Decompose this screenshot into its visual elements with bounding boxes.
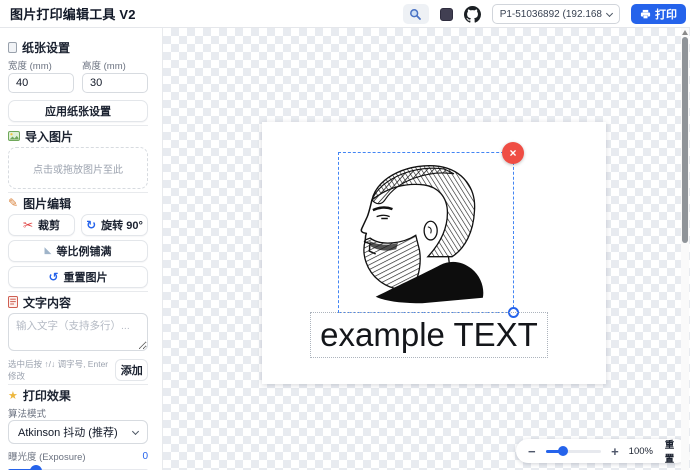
add-text-label: 添加 <box>121 365 143 377</box>
sparkles-icon: ★ <box>8 390 18 401</box>
rotate-icon: ↻ <box>86 219 96 231</box>
exposure-row: 曝光度 (Exposure) 0 <box>8 450 148 462</box>
height-label: 高度 (mm) <box>82 58 148 70</box>
sidebar-scrollbar-thumb[interactable] <box>682 37 688 243</box>
print-effect-title-label: 打印效果 <box>23 387 71 404</box>
dropzone-label: 点击或拖放图片至此 <box>33 161 123 176</box>
exposure-slider-thumb[interactable] <box>30 465 42 470</box>
zoom-level: 100% <box>629 446 653 457</box>
image-dropzone[interactable]: 点击或拖放图片至此 <box>8 147 148 189</box>
paper-icon <box>8 42 17 53</box>
rotate-90-button[interactable]: ↻ 旋转 90° <box>81 214 148 236</box>
delete-image-button[interactable]: × <box>502 142 524 164</box>
search-icon <box>409 8 422 21</box>
fit-proportional-button[interactable]: ◣ 等比例铺满 <box>8 240 148 262</box>
divider <box>8 125 148 126</box>
scrollbar-up-arrow-icon[interactable] <box>682 30 688 35</box>
rotate-label: 旋转 90° <box>101 217 143 233</box>
image-edit-title-label: 图片编辑 <box>23 195 71 212</box>
paper-size-inputs <box>8 73 148 93</box>
reset-image-icon: ↺ <box>48 271 58 283</box>
reset-image-button[interactable]: ↺ 重置图片 <box>8 266 148 288</box>
picture-icon <box>8 131 20 141</box>
crop-button[interactable]: ✂ 裁剪 <box>8 214 75 236</box>
edit-button-row: ✂ 裁剪 ↻ 旋转 90° <box>8 214 148 236</box>
scissors-icon: ✂ <box>23 219 33 231</box>
imported-portrait-image[interactable] <box>344 156 508 308</box>
exposure-slider[interactable] <box>8 465 148 470</box>
app-title: 图片打印编辑工具 V2 <box>10 4 136 23</box>
zoom-reset-button[interactable]: 重置 <box>661 437 678 465</box>
divider <box>8 192 148 193</box>
memo-icon <box>8 296 18 308</box>
reset-image-label: 重置图片 <box>64 269 108 285</box>
paper-settings-title-label: 纸张设置 <box>22 39 70 56</box>
algorithm-value: Atkinson 抖动 (推荐) <box>18 424 118 440</box>
divider <box>8 384 148 385</box>
printer-icon <box>640 9 651 20</box>
apply-paper-button[interactable]: 应用纸张设置 <box>8 100 148 122</box>
theme-square-icon[interactable] <box>440 8 453 21</box>
header-actions: P1-51036892 (192.168 打印 <box>403 0 686 28</box>
print-button-label: 打印 <box>655 6 677 22</box>
text-content-title-label: 文字内容 <box>23 294 71 311</box>
sidebar: 纸张设置 宽度 (mm) 高度 (mm) 应用纸张设置 导入图片 点击或拖放图片… <box>0 28 163 470</box>
image-selection-box[interactable]: × <box>338 152 514 313</box>
divider <box>8 291 148 292</box>
printer-device-value: P1-51036892 (192.168 <box>500 9 602 20</box>
triangle-fit-icon: ◣ <box>45 247 52 256</box>
github-icon[interactable] <box>464 6 481 23</box>
app-header: 图片打印编辑工具 V2 P1-51036892 (192.168 打印 <box>0 0 690 28</box>
text-input-area[interactable] <box>8 313 148 351</box>
canvas-text-item[interactable]: example TEXT <box>310 312 548 358</box>
algorithm-select[interactable]: Atkinson 抖动 (推荐) <box>8 420 148 444</box>
height-input[interactable] <box>82 73 148 93</box>
import-section-title: 导入图片 <box>8 129 148 143</box>
chevron-down-icon <box>132 427 139 434</box>
fit-label: 等比例铺满 <box>56 243 111 259</box>
add-text-button[interactable]: 添加 <box>115 359 148 381</box>
width-label: 宽度 (mm) <box>8 58 74 70</box>
exposure-label: 曝光度 (Exposure) <box>8 449 86 463</box>
paper-settings-section-title: 纸张设置 <box>8 40 148 54</box>
image-edit-section-title: ✎ 图片编辑 <box>8 196 148 210</box>
import-title-label: 导入图片 <box>25 128 73 145</box>
text-hint-row: 选中后按 ↑/↓ 调字号, Enter 修改 添加 <box>8 359 148 381</box>
crop-label: 裁剪 <box>38 217 60 233</box>
search-button[interactable] <box>403 4 429 24</box>
text-content-section-title: 文字内容 <box>8 295 148 309</box>
print-button[interactable]: 打印 <box>631 4 686 24</box>
algorithm-label: 算法模式 <box>8 406 148 418</box>
exposure-value: 0 <box>142 451 148 462</box>
paper-size-labels: 宽度 (mm) 高度 (mm) <box>8 58 148 70</box>
canvas-workspace[interactable]: × example TEXT − + 100% 重置 <box>163 28 690 470</box>
text-hint: 选中后按 ↑/↓ 调字号, Enter 修改 <box>8 358 115 382</box>
zoom-slider-thumb[interactable] <box>558 446 568 456</box>
apply-paper-label: 应用纸张设置 <box>45 103 111 119</box>
pencil-icon: ✎ <box>8 197 18 209</box>
chevron-down-icon <box>606 9 613 16</box>
width-input[interactable] <box>8 73 74 93</box>
zoom-in-button[interactable]: + <box>609 445 621 458</box>
zoom-slider[interactable] <box>546 445 601 457</box>
printer-device-select[interactable]: P1-51036892 (192.168 <box>492 4 620 24</box>
sidebar-scrollbar[interactable] <box>681 28 689 470</box>
label-paper-canvas[interactable]: × example TEXT <box>262 122 606 384</box>
zoom-out-button[interactable]: − <box>526 445 538 458</box>
print-effect-section-title: ★ 打印效果 <box>8 388 148 402</box>
zoom-toolbar: − + 100% 重置 <box>516 439 688 463</box>
